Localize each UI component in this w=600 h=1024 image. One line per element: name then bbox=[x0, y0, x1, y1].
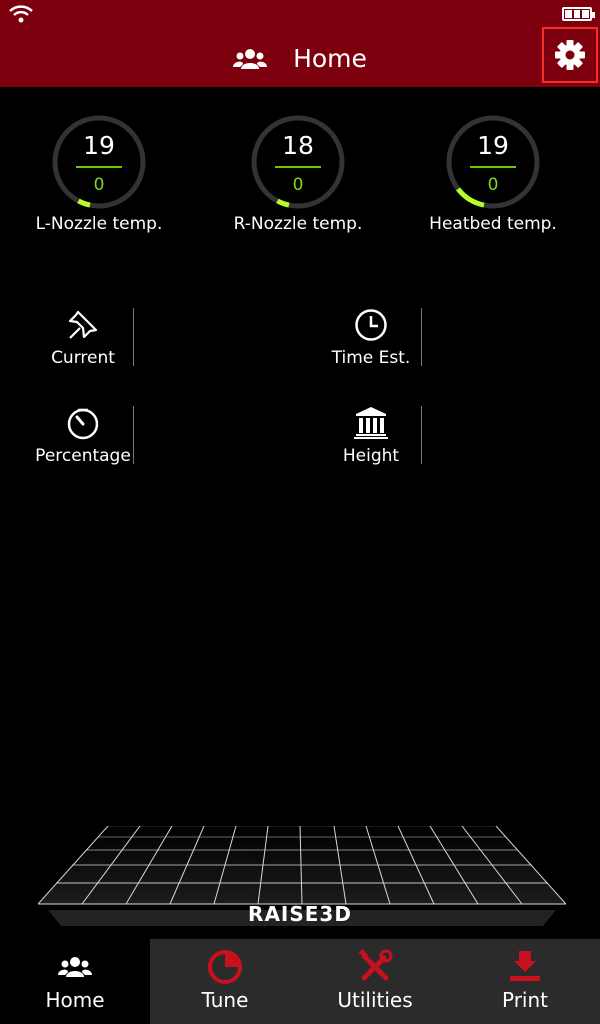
divider bbox=[133, 406, 134, 464]
time-est-label: Time Est. bbox=[331, 348, 411, 368]
tab-home[interactable]: Home bbox=[0, 939, 150, 1024]
tools-icon bbox=[358, 949, 393, 981]
tab-utilities-label: Utilities bbox=[337, 988, 413, 1012]
gauge-ring bbox=[446, 115, 540, 209]
r-nozzle-target-temp: 0 bbox=[292, 175, 304, 195]
clock-icon bbox=[355, 309, 387, 341]
gauge-ring bbox=[251, 115, 345, 209]
divider bbox=[133, 308, 134, 366]
r-nozzle-label: R-Nozzle temp. bbox=[233, 214, 363, 234]
building-icon bbox=[354, 407, 388, 439]
tab-home-label: Home bbox=[45, 988, 105, 1012]
tab-tune[interactable]: Tune bbox=[150, 939, 300, 1024]
r-nozzle-gauge[interactable]: 18 0 R-Nozzle temp. bbox=[233, 113, 363, 234]
header: Home bbox=[0, 27, 600, 87]
print-icon bbox=[510, 951, 540, 981]
heatbed-label: Heatbed temp. bbox=[429, 214, 557, 234]
settings-button[interactable] bbox=[542, 27, 598, 83]
divider bbox=[421, 406, 422, 464]
battery-icon bbox=[562, 7, 595, 21]
pin-icon bbox=[68, 310, 98, 339]
status-bar bbox=[0, 0, 600, 30]
time-est-info: Time Est. bbox=[316, 306, 426, 368]
r-nozzle-current-temp: 18 bbox=[282, 131, 314, 160]
wifi-icon bbox=[9, 5, 33, 23]
bottom-tab-bar: Home Tune Utilities Print bbox=[0, 939, 600, 1024]
percentage-label: Percentage bbox=[35, 446, 131, 466]
users-icon bbox=[233, 48, 268, 69]
height-info: Height bbox=[316, 404, 426, 466]
gauge-divider bbox=[275, 166, 321, 168]
gauge-divider bbox=[470, 166, 516, 168]
timer-icon bbox=[67, 408, 99, 440]
divider bbox=[421, 308, 422, 366]
users-icon bbox=[58, 957, 92, 977]
gear-icon bbox=[555, 40, 585, 70]
gauge-ring bbox=[52, 115, 146, 209]
l-nozzle-label: L-Nozzle temp. bbox=[35, 214, 163, 234]
pie-chart-icon bbox=[208, 950, 242, 984]
gauge-divider bbox=[76, 166, 122, 168]
page-title: Home bbox=[293, 44, 367, 73]
heatbed-target-temp: 0 bbox=[487, 175, 499, 195]
tab-print[interactable]: Print bbox=[450, 939, 600, 1024]
current-info: Current bbox=[28, 306, 138, 368]
tab-utilities[interactable]: Utilities bbox=[300, 939, 450, 1024]
current-label: Current bbox=[51, 348, 115, 368]
height-label: Height bbox=[342, 446, 400, 466]
tab-tune-label: Tune bbox=[201, 988, 249, 1012]
percentage-info: Percentage bbox=[28, 404, 138, 466]
tab-print-label: Print bbox=[501, 988, 548, 1012]
heatbed-current-temp: 19 bbox=[477, 131, 509, 160]
l-nozzle-gauge[interactable]: 19 0 L-Nozzle temp. bbox=[34, 113, 164, 234]
raise3d-logo: RAISE3D bbox=[248, 902, 352, 926]
l-nozzle-target-temp: 0 bbox=[93, 175, 105, 195]
l-nozzle-current-temp: 19 bbox=[83, 131, 115, 160]
heatbed-gauge[interactable]: 19 0 Heatbed temp. bbox=[428, 113, 558, 234]
